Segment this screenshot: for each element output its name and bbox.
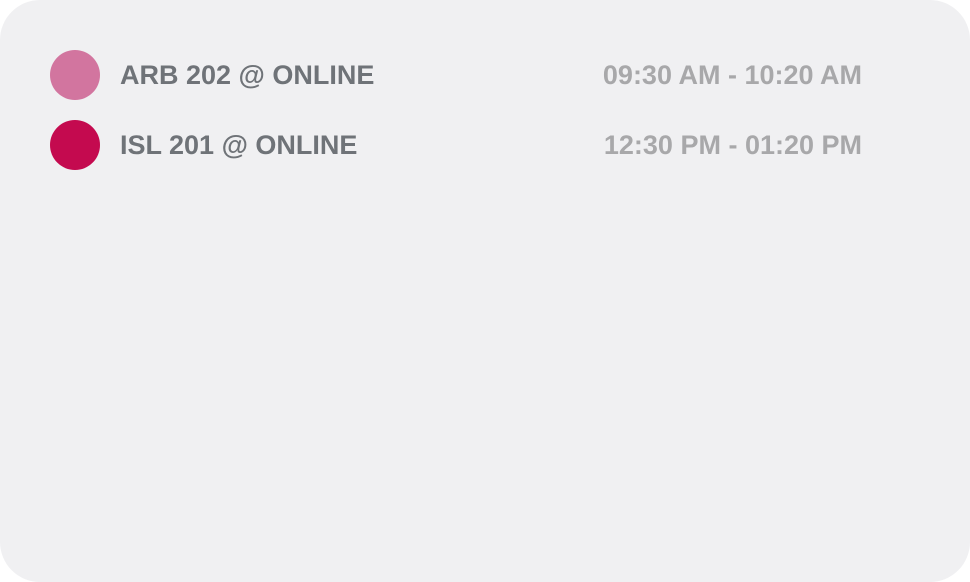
event-title: ARB 202 @ ONLINE bbox=[120, 59, 375, 90]
event-row[interactable]: ISL 201 @ ONLINE 12:30 PM - 01:20 PM bbox=[50, 120, 862, 170]
event-color-dot-icon bbox=[50, 50, 100, 100]
event-title: ISL 201 @ ONLINE bbox=[120, 129, 358, 160]
schedule-widget: ARB 202 @ ONLINE 09:30 AM - 10:20 AM ISL… bbox=[0, 0, 970, 582]
event-color-dot-icon bbox=[50, 120, 100, 170]
event-time: 12:30 PM - 01:20 PM bbox=[603, 129, 862, 160]
event-time: 09:30 AM - 10:20 AM bbox=[602, 59, 862, 90]
event-list: ARB 202 @ ONLINE 09:30 AM - 10:20 AM ISL… bbox=[50, 50, 862, 190]
event-row[interactable]: ARB 202 @ ONLINE 09:30 AM - 10:20 AM bbox=[50, 50, 862, 100]
